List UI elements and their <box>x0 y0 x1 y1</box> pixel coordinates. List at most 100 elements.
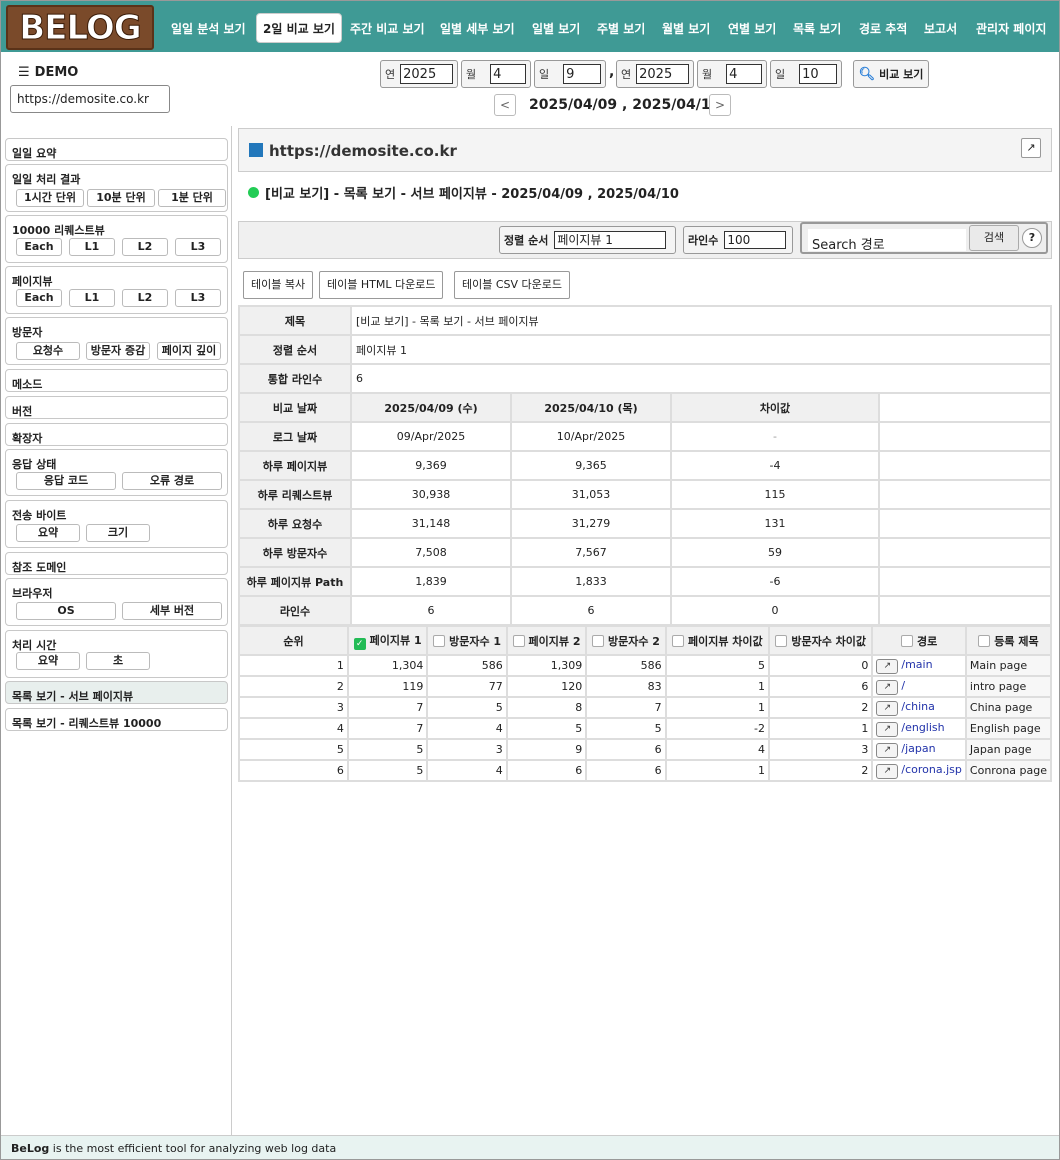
btn-1min[interactable]: 1분 단위 <box>158 189 226 207</box>
nav-weekly[interactable]: 주별 보기 <box>597 14 645 44</box>
status-dot-icon <box>248 187 259 198</box>
pv-l1-button[interactable]: L1 <box>69 289 115 307</box>
btn-10min[interactable]: 10분 단위 <box>87 189 155 207</box>
sidebar-list-request10000[interactable]: 목록 보기 - 리퀘스트뷰 10000 <box>5 708 228 731</box>
trend-chart-icon[interactable]: ↗ <box>876 742 899 758</box>
rank-table: 순위 ✓ 페이지뷰 1 방문자수 1 페이지뷰 2 방문자수 2 페이지뷰 차이값… <box>238 625 1053 782</box>
trend-chart-icon[interactable]: ↗ <box>876 721 899 737</box>
path-link[interactable]: /english <box>901 721 944 734</box>
compare-button[interactable]: 🔍︎ 비교 보기 <box>853 60 929 88</box>
search-button[interactable]: 검색 <box>969 225 1019 251</box>
month2-field[interactable]: 월4 <box>697 60 767 88</box>
nav-weekly-compare[interactable]: 주간 비교 보기 <box>350 14 425 44</box>
table-copy-button[interactable]: 테이블 복사 <box>243 271 314 299</box>
pv-l2-button[interactable]: L2 <box>122 289 168 307</box>
sidebar-response: 응답 상태 응답 코드 오류 경로 <box>5 449 228 496</box>
sidebar-pageview: 페이지뷰 Each L1 L2 L3 <box>5 266 228 314</box>
req-each-button[interactable]: Each <box>16 238 62 256</box>
day1-field[interactable]: 일9 <box>534 60 606 88</box>
table-csv-download-button[interactable]: 테이블 CSV 다운로드 <box>454 271 571 299</box>
response-code-button[interactable]: 응답 코드 <box>16 472 116 490</box>
col-pageview-diff[interactable]: 페이지뷰 차이값 <box>664 625 771 656</box>
checkbox[interactable] <box>433 634 446 647</box>
col-path[interactable]: 경로 <box>871 625 967 656</box>
proctime-seconds-button[interactable]: 초 <box>86 652 150 670</box>
col-pageview2[interactable]: 페이지뷰 2 <box>505 625 588 656</box>
checkbox[interactable] <box>672 634 684 647</box>
pv-each-button[interactable]: Each <box>16 289 62 307</box>
error-path-button[interactable]: 오류 경로 <box>122 472 222 490</box>
browser-version-button[interactable]: 세부 버전 <box>122 602 222 620</box>
col-visitor-diff[interactable]: 방문자수 차이값 <box>768 625 874 656</box>
checkbox[interactable] <box>901 634 914 647</box>
nav-path-trace[interactable]: 경로 추적 <box>859 14 907 44</box>
sidebar-daily-summary[interactable]: 일일 요약 <box>5 138 228 161</box>
sidebar-request10000: 10000 리퀘스트뷰 Each L1 L2 L3 <box>5 215 228 263</box>
sidebar-proctime: 처리 시간 요약 초 <box>5 630 228 678</box>
col-rank[interactable]: 순위 <box>238 625 349 656</box>
trend-chart-icon[interactable]: ↗ <box>876 763 899 779</box>
year2-field[interactable]: 연 2025 <box>616 60 694 88</box>
nav-admin[interactable]: 관리자 페이지 <box>976 14 1046 44</box>
path-link[interactable]: /main <box>901 658 932 671</box>
nav-daily[interactable]: 일별 보기 <box>532 14 580 44</box>
col-title[interactable]: 등록 제목 <box>964 625 1053 656</box>
sidebar-referrer[interactable]: 참조 도메인 <box>5 552 228 575</box>
top-nav: BELOG 일일 분석 보기 2일 비교 보기 주간 비교 보기 일별 세부 보… <box>1 1 1059 52</box>
sidebar-version[interactable]: 버전 <box>5 396 228 419</box>
search-input[interactable]: Search 경로 <box>808 229 966 253</box>
sidebar-list-subpageview[interactable]: 목록 보기 - 서브 페이지뷰 <box>5 681 228 704</box>
trend-chart-icon[interactable]: ↗ <box>876 700 899 716</box>
rank-header-row: 순위 ✓ 페이지뷰 1 방문자수 1 페이지뷰 2 방문자수 2 페이지뷰 차이값… <box>238 625 1053 656</box>
site-menu[interactable]: ☰ DEMO <box>18 65 78 80</box>
nav-daily-detail[interactable]: 일별 세부 보기 <box>440 14 515 44</box>
help-button[interactable]: ? <box>1022 228 1042 248</box>
req-l3-button[interactable]: L3 <box>175 238 221 256</box>
belog-logo[interactable]: BELOG <box>6 5 154 50</box>
table-html-download-button[interactable]: 테이블 HTML 다운로드 <box>319 271 444 299</box>
nav-daily-analysis[interactable]: 일일 분석 보기 <box>171 14 246 44</box>
sidebar-extension[interactable]: 확장자 <box>5 423 228 446</box>
checkbox[interactable] <box>512 634 525 647</box>
checkbox[interactable] <box>591 634 604 647</box>
checkbox-checked-icon[interactable]: ✓ <box>353 637 366 650</box>
external-link-button[interactable]: ↗ <box>1021 138 1041 158</box>
col-pageview1[interactable]: ✓ 페이지뷰 1 <box>346 625 429 656</box>
col-visitor2[interactable]: 방문자수 2 <box>585 625 667 656</box>
visitor-requests-button[interactable]: 요청수 <box>16 342 80 360</box>
nav-yearly[interactable]: 연별 보기 <box>728 14 776 44</box>
nav-two-day-compare[interactable]: 2일 비교 보기 <box>256 13 342 43</box>
bytes-summary-button[interactable]: 요약 <box>16 524 80 542</box>
btn-1hour[interactable]: 1시간 단위 <box>16 189 84 207</box>
bytes-size-button[interactable]: 크기 <box>86 524 150 542</box>
req-l1-button[interactable]: L1 <box>69 238 115 256</box>
year1-field[interactable]: 연 2025 <box>380 60 458 88</box>
month1-field[interactable]: 월4 <box>461 60 531 88</box>
next-date-button[interactable]: > <box>709 94 731 116</box>
req-l2-button[interactable]: L2 <box>122 238 168 256</box>
site-url-field[interactable]: https://demosite.co.kr <box>10 85 170 113</box>
pv-l3-button[interactable]: L3 <box>175 289 221 307</box>
sidebar-method[interactable]: 메소드 <box>5 369 228 392</box>
day2-field[interactable]: 일 10 <box>770 60 842 88</box>
nav-list[interactable]: 목록 보기 <box>793 14 841 44</box>
nav-report[interactable]: 보고서 <box>924 14 957 44</box>
page-depth-button[interactable]: 페이지 깊이 <box>157 342 221 360</box>
trend-chart-icon[interactable]: ↗ <box>876 679 899 695</box>
lines-field[interactable]: 라인수 100 <box>683 226 793 254</box>
visitor-change-button[interactable]: 방문자 증감 <box>86 342 150 360</box>
col-visitor1[interactable]: 방문자수 1 <box>426 625 508 656</box>
path-link[interactable]: / <box>901 679 905 692</box>
prev-date-button[interactable]: < <box>494 94 516 116</box>
checkbox[interactable] <box>978 634 991 647</box>
path-link[interactable]: /japan <box>901 742 935 755</box>
summary-compare-row: 라인수 6 6 0 <box>238 595 1052 626</box>
sort-order-field[interactable]: 정렬 순서 페이지뷰 1 <box>499 226 676 254</box>
browser-os-button[interactable]: OS <box>16 602 116 620</box>
trend-chart-icon[interactable]: ↗ <box>876 658 899 674</box>
proctime-summary-button[interactable]: 요약 <box>16 652 80 670</box>
path-link[interactable]: /corona.jsp <box>901 763 961 776</box>
path-link[interactable]: /china <box>901 700 935 713</box>
checkbox[interactable] <box>775 634 788 647</box>
nav-monthly[interactable]: 월별 보기 <box>662 14 710 44</box>
